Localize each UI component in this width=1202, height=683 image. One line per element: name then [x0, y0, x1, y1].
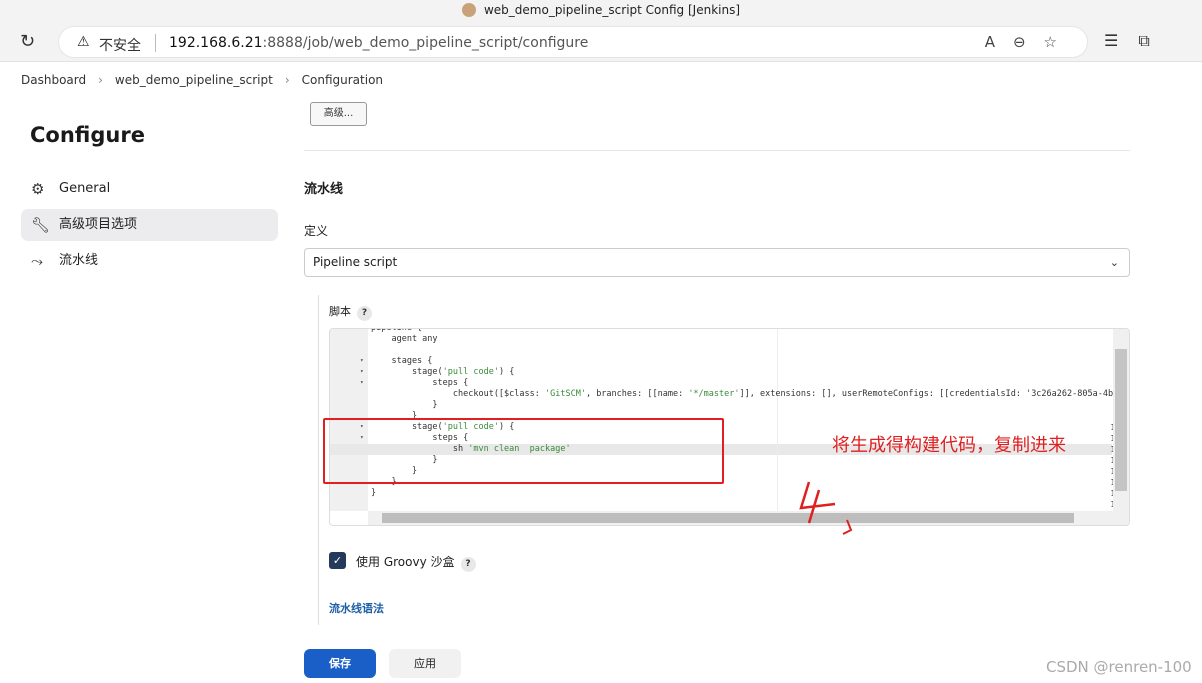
code-line[interactable]: steps {	[371, 378, 468, 388]
collections-icon[interactable]: ⧉	[1138, 31, 1169, 50]
window-title: web_demo_pipeline_script Config [Jenkins…	[483, 3, 741, 17]
pipeline-syntax-link[interactable]: 流水线语法	[329, 600, 384, 616]
code-line[interactable]: stage('pull code') {	[371, 367, 514, 377]
section-indent-line	[318, 295, 319, 625]
watermark: CSDN @renren-100	[1046, 658, 1192, 676]
divider	[304, 150, 1130, 151]
sidebar-item-label: 高级项目选项	[59, 217, 138, 232]
apply-button[interactable]: 应用	[389, 649, 461, 678]
code-line[interactable]: pipeline {	[371, 329, 422, 333]
chevron-right-icon: ›	[284, 73, 290, 87]
definition-select[interactable]: Pipeline script ⌄	[304, 248, 1130, 277]
warning-icon[interactable]: ⚠	[77, 34, 90, 50]
code-line[interactable]: agent any	[371, 334, 437, 344]
code-line[interactable]: stages {	[371, 356, 432, 366]
sandbox-label: 使用 Groovy 沙盒?	[356, 553, 476, 572]
favorites-icon[interactable]: ☰	[1104, 31, 1138, 50]
reload-icon[interactable]: ↻	[20, 31, 35, 52]
address-bar[interactable]: ⚠ 不安全 192.168.6.21:8888/job/web_demo_pip…	[58, 26, 1088, 58]
chevron-right-icon: ›	[98, 73, 103, 87]
annotation-box	[323, 418, 724, 484]
window-titlebar: web_demo_pipeline_script Config [Jenkins…	[0, 0, 1202, 22]
save-button[interactable]: 保存	[304, 649, 376, 678]
read-aloud-icon[interactable]: A	[985, 33, 1013, 51]
gear-icon: ⚙	[31, 180, 45, 198]
vertical-scrollbar[interactable]	[1113, 329, 1129, 511]
breadcrumb-dashboard[interactable]: Dashboard	[21, 73, 86, 87]
main-content: 高级... 流水线 定义 Pipeline script ⌄ 脚本? 1▾pip…	[290, 98, 1202, 683]
section-title: 流水线	[304, 182, 344, 197]
sidebar-item-general[interactable]: ⚙ General	[21, 173, 278, 205]
print-margin	[777, 329, 778, 511]
breadcrumb-configuration[interactable]: Configuration	[302, 73, 383, 87]
fold-arrow-icon[interactable]: ▾	[360, 357, 364, 364]
address-bar-icons: A⊖☆	[985, 33, 1075, 51]
sidebar: Configure ⚙ General 🔧︎ 高级项目选项 ⤳ 流水线	[0, 98, 290, 683]
definition-value: Pipeline script	[313, 255, 398, 269]
sidebar-item-advanced[interactable]: 🔧︎ 高级项目选项	[21, 209, 278, 241]
vertical-scroll-thumb[interactable]	[1115, 349, 1127, 491]
zoom-icon[interactable]: ⊖	[1013, 33, 1044, 51]
jenkins-logo-icon	[461, 3, 476, 17]
code-line[interactable]: }	[371, 488, 376, 498]
script-label: 脚本?	[329, 303, 372, 321]
breadcrumb: Dashboard › web_demo_pipeline_script › Confi…	[0, 62, 1202, 98]
page-title: Configure	[30, 123, 145, 147]
fold-arrow-icon[interactable]: ▾	[360, 329, 364, 331]
code-line[interactable]: }	[371, 400, 437, 410]
chevron-down-icon: ⌄	[1109, 256, 1119, 269]
horizontal-scroll-thumb[interactable]	[382, 513, 1074, 523]
help-icon[interactable]: ?	[460, 557, 476, 572]
horizontal-scrollbar[interactable]	[368, 511, 1129, 525]
sidebar-item-pipeline[interactable]: ⤳ 流水线	[21, 245, 278, 277]
security-label[interactable]: 不安全	[99, 35, 141, 55]
code-line[interactable]: checkout([$class: 'GitSCM', branches: [[…	[371, 389, 1118, 399]
pipeline-icon: ⤳	[31, 252, 44, 270]
annotation-text: 将生成得构建代码，复制进来	[832, 435, 1066, 456]
definition-label: 定义	[304, 224, 329, 238]
url-text[interactable]: 192.168.6.21:8888/job/web_demo_pipeline_…	[169, 35, 588, 51]
sidebar-item-label: General	[59, 181, 111, 196]
help-icon[interactable]: ?	[357, 306, 372, 321]
fold-arrow-icon[interactable]: ▾	[360, 368, 364, 375]
sandbox-checkbox[interactable]: ✓	[329, 552, 346, 569]
annotation-scribble	[799, 481, 853, 535]
divider	[155, 34, 156, 52]
advanced-button[interactable]: 高级...	[310, 102, 367, 126]
browser-icons: ☰⧉	[1104, 31, 1170, 51]
sidebar-item-label: 流水线	[59, 253, 99, 268]
add-favorite-icon[interactable]: ☆	[1044, 33, 1075, 51]
fold-arrow-icon[interactable]: ▾	[360, 379, 364, 386]
breadcrumb-job[interactable]: web_demo_pipeline_script	[115, 73, 273, 87]
browser-toolbar: ↻ ⚠ 不安全 192.168.6.21:8888/job/web_demo_p…	[0, 22, 1202, 62]
wrench-icon: 🔧︎	[31, 216, 51, 234]
